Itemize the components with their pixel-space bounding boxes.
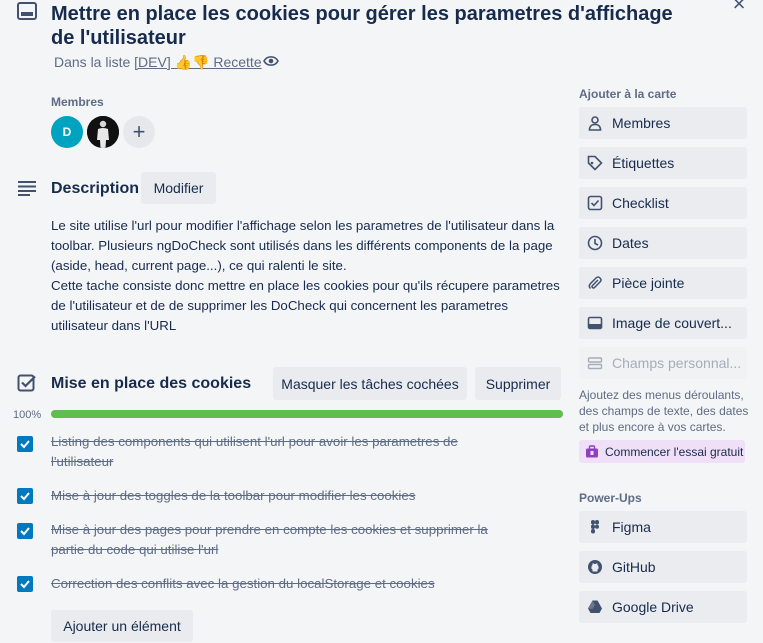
description-paragraph: Le site utilise l'url pour modifier l'af… — [51, 218, 555, 273]
description-text[interactable]: Le site utilise l'url pour modifier l'af… — [51, 216, 566, 336]
powerups-label: Power-Ups — [579, 491, 642, 505]
add-item-button[interactable]: Ajouter un élément — [51, 610, 193, 642]
in-list-prefix: Dans la liste — [54, 54, 135, 70]
briefcase-icon — [586, 444, 598, 457]
checklist-item[interactable]: Mise à jour des toggles de la toolbar po… — [51, 486, 521, 506]
start-trial-button[interactable]: Commencer l'essai gratuit — [579, 440, 745, 463]
attachment-button-label: Pièce jointe — [612, 275, 685, 291]
checklist-button[interactable]: Checklist — [579, 187, 747, 219]
labels-button[interactable]: Étiquettes — [579, 147, 747, 179]
start-trial-label: Commencer l'essai gratuit — [605, 444, 744, 459]
paperclip-icon — [588, 276, 602, 290]
cover-image-button[interactable]: Image de couvert... — [579, 307, 747, 339]
dates-button-label: Dates — [612, 235, 649, 251]
add-to-card-label: Ajouter à la carte — [579, 87, 677, 101]
attachment-button[interactable]: Pièce jointe — [579, 267, 747, 299]
description-paragraph: Cette tache consiste donc mettre en plac… — [51, 278, 560, 333]
delete-checklist-button[interactable]: Supprimer — [475, 367, 561, 400]
list-breadcrumb: Dans la liste [DEV] 👍👎 Recette — [54, 54, 262, 71]
label-icon — [587, 155, 603, 171]
check-icon — [20, 527, 30, 536]
checkbox[interactable] — [17, 576, 33, 592]
avatar[interactable] — [87, 116, 119, 148]
close-icon[interactable]: × — [728, 0, 750, 16]
custom-fields-button-label: Champs personnal... — [612, 355, 742, 371]
card-title[interactable]: Mettre en place les cookies pour gérer l… — [51, 2, 701, 50]
custom-fields-hint: Ajoutez des menus déroulants, des champs… — [579, 388, 749, 434]
custom-fields-icon — [587, 357, 603, 370]
check-icon — [20, 580, 30, 589]
github-button-label: GitHub — [612, 559, 656, 575]
hide-checked-button[interactable]: Masquer les tâches cochées — [273, 367, 467, 400]
checklist-title[interactable]: Mise en place des cookies — [51, 375, 251, 393]
check-icon — [20, 492, 30, 501]
labels-button-label: Étiquettes — [612, 155, 675, 171]
members-button[interactable]: Membres — [579, 107, 747, 139]
checklist-item[interactable]: Mise à jour des pages pour prendre en co… — [51, 520, 521, 560]
members-label: Membres — [51, 95, 104, 109]
checkbox[interactable] — [17, 436, 33, 452]
figma-icon — [591, 520, 599, 534]
eye-icon[interactable] — [263, 54, 279, 68]
members-button-label: Membres — [612, 115, 671, 131]
github-icon — [588, 560, 602, 574]
checklist-item[interactable]: Listing des components qui utilisent l'u… — [51, 432, 521, 472]
cover-image-button-label: Image de couvert... — [612, 315, 732, 331]
person-icon — [588, 116, 602, 131]
google-drive-button-label: Google Drive — [612, 599, 694, 615]
progress-bar-fill — [51, 410, 563, 418]
checklist-button-label: Checklist — [612, 195, 669, 211]
checklist-icon — [17, 374, 36, 392]
description-icon — [18, 181, 36, 196]
progress-percent: 100% — [13, 409, 42, 421]
checklist-item[interactable]: Correction des conflits avec la gestion … — [51, 574, 521, 594]
list-link[interactable]: [DEV] 👍👎 Recette — [134, 54, 261, 70]
person-photo-icon — [87, 116, 119, 148]
dates-button[interactable]: Dates — [579, 227, 747, 259]
google-drive-button[interactable]: Google Drive — [579, 591, 747, 623]
description-title: Description — [51, 180, 140, 197]
check-icon — [20, 440, 30, 449]
add-member-button[interactable]: + — [123, 116, 155, 148]
avatar[interactable]: D — [51, 116, 83, 148]
card-icon — [17, 2, 37, 20]
figma-button-label: Figma — [612, 519, 651, 535]
clock-icon — [587, 235, 603, 251]
checkbox[interactable] — [17, 523, 33, 539]
google-drive-icon — [588, 600, 602, 613]
custom-fields-button[interactable]: Champs personnal... — [579, 347, 747, 379]
checklist-icon — [587, 195, 603, 211]
figma-button[interactable]: Figma — [579, 511, 747, 543]
cover-icon — [587, 316, 603, 330]
checkbox[interactable] — [17, 488, 33, 504]
edit-description-button[interactable]: Modifier — [141, 172, 216, 204]
github-button[interactable]: GitHub — [579, 551, 747, 583]
